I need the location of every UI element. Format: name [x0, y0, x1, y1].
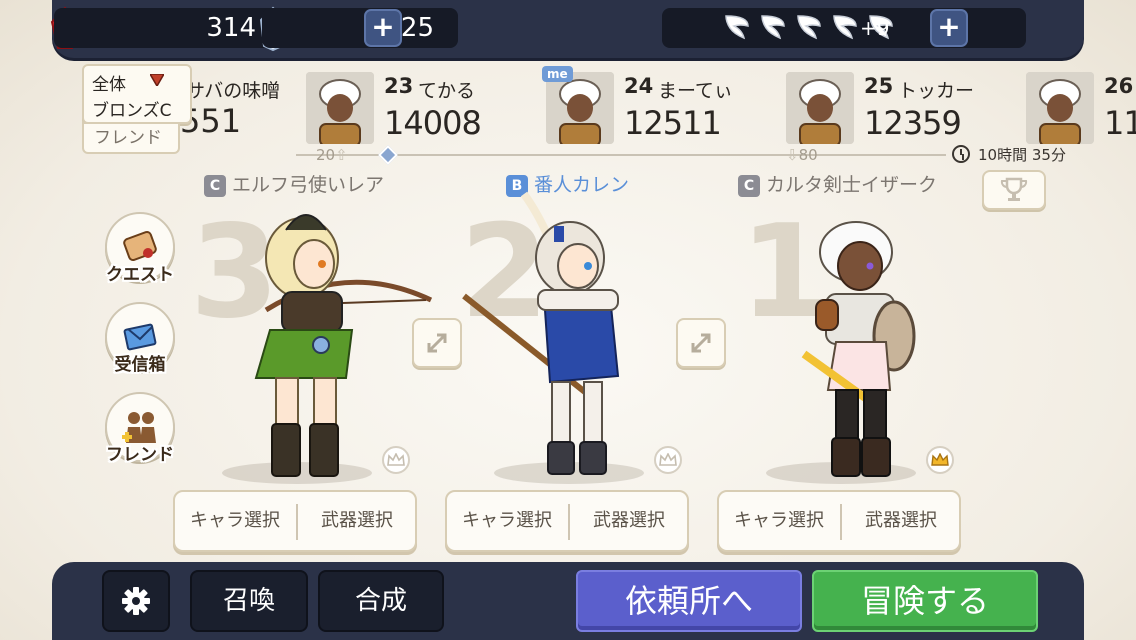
buy-crystal-button[interactable]: + — [364, 9, 402, 47]
summon-button[interactable]: 召喚 — [190, 570, 308, 632]
down-arrow-icon: ⇩ — [786, 146, 799, 164]
crown-icon — [931, 453, 949, 466]
friend-button[interactable]: フレンド — [102, 392, 178, 472]
trophy-icon — [1000, 177, 1028, 201]
ranking-partial-name: サバの味噌 — [186, 80, 281, 102]
wing-icon — [797, 15, 821, 40]
weapon-select-button[interactable]: 武器選択 — [841, 492, 961, 550]
buy-stamina-button[interactable]: + — [930, 9, 968, 47]
leader-crown-slot-1-active[interactable] — [926, 446, 954, 474]
ranking-entry[interactable]: 25 トッカー 12359 — [786, 68, 1016, 144]
slot-2-select-panel: キャラ選択 武器選択 — [445, 490, 689, 552]
promotion-threshold: 20⇧ — [316, 146, 348, 164]
ranking-position: 25 — [864, 74, 894, 98]
fusion-button[interactable]: 合成 — [318, 570, 444, 632]
me-badge: me — [542, 66, 573, 82]
character-select-button[interactable]: キャラ選択 — [447, 492, 567, 550]
ranking-entry[interactable]: 23 てかる 14008 — [306, 68, 536, 144]
request-office-button[interactable]: 依頼所へ — [576, 570, 802, 632]
crown-icon — [387, 453, 405, 466]
up-arrow-icon: ⇧ — [335, 146, 348, 164]
league-rank: ブロンズC — [92, 101, 172, 121]
ranking-position: 23 — [384, 74, 414, 98]
ranking-player-name: トッカー — [898, 80, 975, 102]
avatar — [306, 72, 374, 144]
friend-label: フレンド — [106, 445, 174, 465]
crown-icon — [659, 453, 677, 466]
swap-slot-3-2-button[interactable] — [412, 318, 462, 368]
ranking-score: 11 — [1104, 104, 1136, 142]
grade-badge: C — [738, 175, 760, 197]
progress-marker — [378, 145, 398, 165]
leader-crown-slot-2[interactable] — [654, 446, 682, 474]
karuta-swordsman-character[interactable] — [786, 214, 926, 478]
wing-icon — [725, 15, 749, 40]
ranking-entry[interactable]: 26 11 — [1026, 68, 1136, 144]
ranking-position: 24 — [624, 74, 654, 98]
party-slot-3-name: C エルフ弓使いレア — [204, 170, 384, 197]
avatar — [1026, 72, 1094, 144]
friend-ranking-tab[interactable]: フレンド — [82, 122, 180, 154]
ranking-player-name: まーてぃ — [658, 80, 733, 102]
leader-crown-slot-3[interactable] — [382, 446, 410, 474]
clock-icon — [952, 145, 970, 163]
stamina-extra-count: +9 — [860, 16, 890, 40]
league-selector[interactable]: 全体 ブロンズC — [82, 64, 192, 124]
ranking-player-name: てかる — [418, 80, 476, 102]
league-scope: 全体 — [92, 75, 126, 95]
quest-label: クエスト — [106, 265, 174, 285]
gem-counter: 314 — [54, 8, 280, 48]
trophy-button[interactable] — [982, 170, 1046, 210]
ranking-entry-me[interactable]: me 24 まーてぃ 12511 — [542, 66, 776, 144]
grade-badge: C — [204, 175, 226, 197]
swap-arrows-icon — [427, 333, 447, 353]
inbox-button[interactable]: 受信箱 — [102, 302, 178, 382]
ranking-score: 14008 — [384, 104, 482, 142]
demotion-threshold: ⇩80 — [786, 146, 818, 164]
gear-icon — [122, 587, 150, 615]
character-select-button[interactable]: キャラ選択 — [175, 492, 295, 550]
slot-1-select-panel: キャラ選択 武器選択 — [717, 490, 961, 552]
wing-icon — [761, 15, 785, 40]
ranking-score: 12511 — [624, 104, 722, 142]
swap-slot-2-1-button[interactable] — [676, 318, 726, 368]
swap-arrows-icon — [691, 333, 711, 353]
quest-button[interactable]: クエスト — [102, 212, 178, 292]
party-slot-1-name: C カルタ剣士イザーク — [738, 170, 937, 197]
ranking-score: 12359 — [864, 104, 962, 142]
avatar — [546, 72, 614, 144]
weapon-select-button[interactable]: 武器選択 — [297, 492, 417, 550]
character-select-button[interactable]: キャラ選択 — [719, 492, 839, 550]
season-timer: 10時間 35分 — [952, 144, 1066, 165]
inbox-label: 受信箱 — [114, 355, 166, 375]
crystal-counter: 25 — [262, 8, 458, 48]
weapon-select-button[interactable]: 武器選択 — [569, 492, 689, 550]
avatar — [786, 72, 854, 144]
bronze-diamond-icon — [150, 74, 164, 86]
wing-icon — [833, 15, 857, 40]
slot-3-select-panel: キャラ選択 武器選択 — [173, 490, 417, 552]
guardian-karen-character[interactable] — [460, 186, 650, 476]
settings-button[interactable] — [102, 570, 170, 632]
adventure-button[interactable]: 冒険する — [812, 570, 1038, 632]
ranking-position: 26 — [1104, 74, 1134, 98]
